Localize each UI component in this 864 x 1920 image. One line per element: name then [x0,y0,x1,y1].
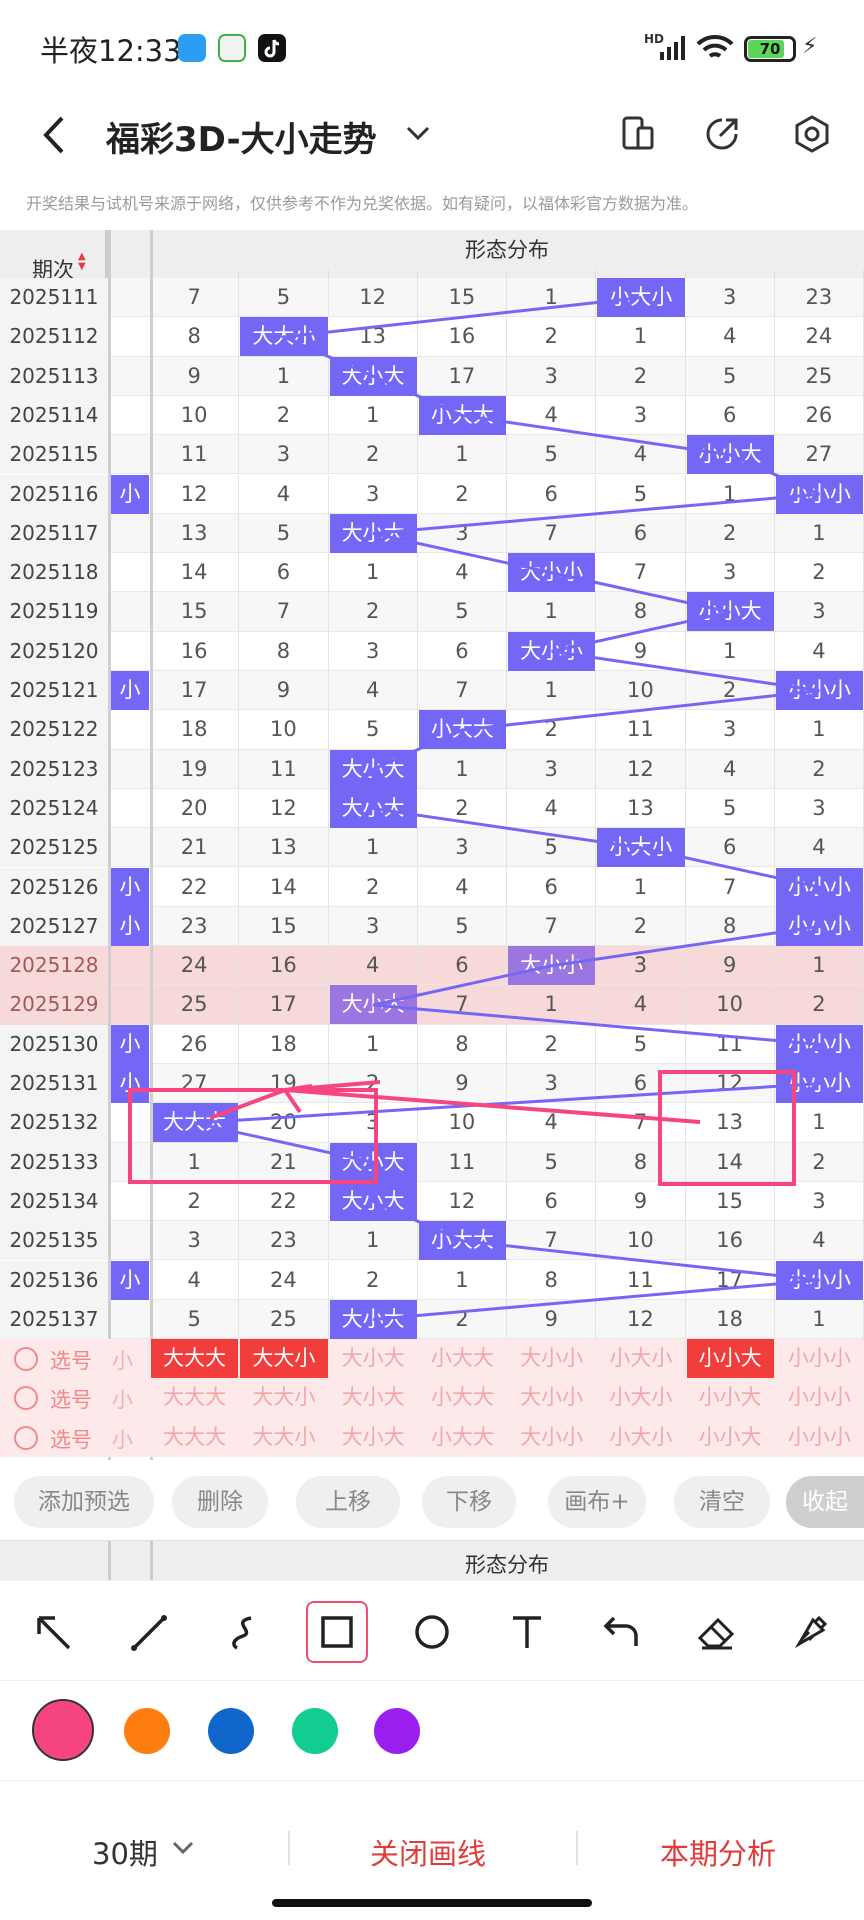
action-button-5[interactable]: 清空 [674,1476,770,1528]
footer-header: 形态分布 [0,1540,864,1581]
arrow-tool-icon[interactable] [22,1601,84,1663]
action-button-1[interactable]: 删除 [172,1476,268,1528]
action-button-6[interactable]: 收起 [786,1476,864,1528]
settings-icon[interactable] [792,114,832,154]
action-button-0[interactable]: 添加预选 [14,1476,154,1528]
share-icon[interactable] [702,114,742,154]
color-swatch-orange[interactable] [124,1708,170,1754]
line-tool-icon[interactable] [117,1601,179,1663]
text-tool-icon[interactable] [496,1601,558,1663]
drawing-toolbar [0,1580,864,1680]
eraser-tool-icon[interactable] [685,1601,747,1663]
tiktok-app-icon [258,34,286,62]
color-picker [0,1680,864,1780]
charging-icon: ⚡ [802,34,818,59]
close-lines-button[interactable]: 关闭画线 [370,1831,486,1873]
split-view-icon[interactable] [618,114,658,154]
action-button-4[interactable]: 画布+ [548,1476,646,1528]
rectangle-tool-icon[interactable] [306,1601,368,1663]
battery-icon: 70 [744,36,796,62]
status-bar: 半夜12:33 HD 70 ⚡ [0,0,864,96]
chevron-down-icon[interactable] [404,122,432,144]
disclaimer-text: 开奖结果与试机号来源于网络，仅供参考不作为兑奖依据。如有疑问，以福体彩官方数据为… [26,194,699,213]
curve-tool-icon[interactable] [212,1601,274,1663]
store-app-icon [218,34,246,62]
period-select[interactable]: 30期 [92,1831,158,1873]
annotation-arrow[interactable] [209,1087,701,1124]
action-bar: 添加预选 删除 上移 下移 画布+ 清空 收起 [0,1462,864,1540]
signal-icon [660,36,685,60]
annotation-rectangle[interactable] [658,1070,796,1186]
bottom-bar: 30期 关闭画线 本期分析 [0,1780,864,1920]
trend-table[interactable]: 期次 ▲▼ 形态分布 大大大大大小大小大小大大大小小小大小小小大小小小小 202… [0,230,864,1460]
home-indicator [272,1899,592,1907]
chevron-down-icon[interactable] [170,1837,196,1859]
analysis-button[interactable]: 本期分析 [660,1831,776,1873]
footer-group-header: 形态分布 [465,1553,549,1577]
page-title[interactable]: 福彩3D-大小走势 [106,112,377,161]
circle-tool-icon[interactable] [401,1601,463,1663]
color-swatch-pink[interactable] [32,1699,94,1761]
undo-tool-icon[interactable] [591,1601,653,1663]
wifi-icon [696,34,734,58]
color-swatch-blue[interactable] [208,1708,254,1754]
back-arrow-icon[interactable] [38,114,68,156]
clear-tool-icon[interactable] [780,1601,842,1663]
status-time: 半夜12:33 [40,34,182,68]
app-screen: 半夜12:33 HD 70 ⚡ 福彩3D-大小走势 开奖结果与试机号来源于网络，… [0,0,864,1920]
user-drawing-annotations [128,1070,796,1186]
color-swatch-purple[interactable] [374,1708,420,1754]
action-button-2[interactable]: 上移 [296,1476,400,1528]
cloud-app-icon [178,34,206,62]
color-swatch-green[interactable] [292,1708,338,1754]
action-button-3[interactable]: 下移 [422,1476,516,1528]
battery-level: 70 [759,40,781,58]
